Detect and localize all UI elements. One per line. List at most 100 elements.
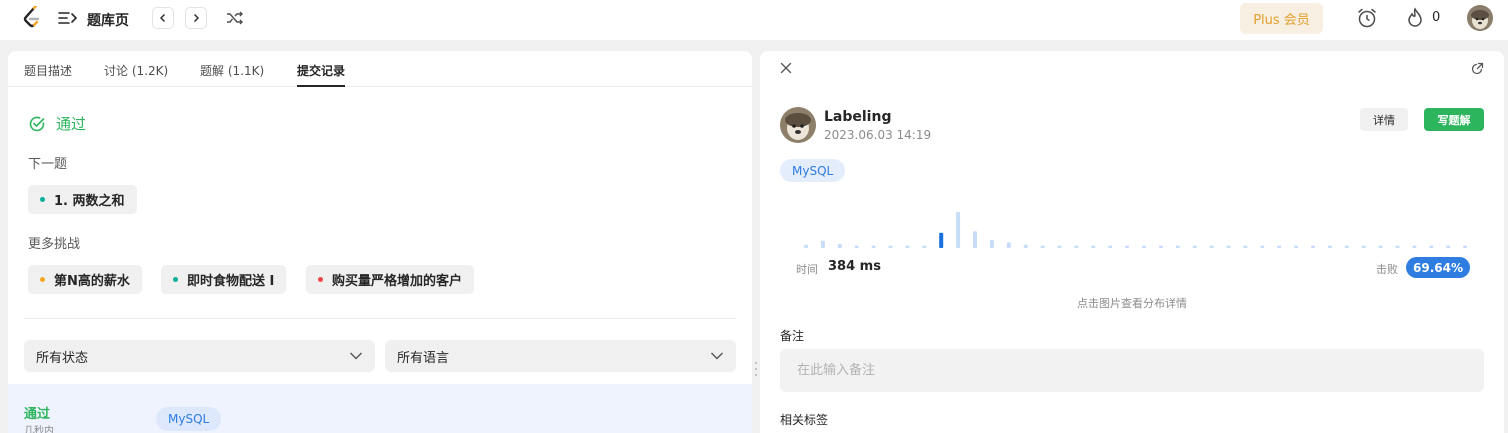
challenge-chip[interactable]: 购买量严格增加的客户 [306, 265, 475, 294]
active-tab-indicator [297, 85, 345, 87]
distribution-bar[interactable] [1158, 245, 1163, 248]
submission-detail-panel: Labeling 2023.06.03 14:19 详情 写题解 MySQL 时… [760, 51, 1504, 433]
chevron-right-icon [194, 14, 199, 22]
status-filter-select[interactable]: 所有状态 [24, 340, 375, 372]
prev-problem-button[interactable] [152, 7, 174, 29]
user-name[interactable]: Labeling [824, 109, 891, 125]
submission-status[interactable]: 通过 [24, 403, 50, 422]
shuffle-icon[interactable] [226, 10, 244, 26]
challenge-title: 即时食物配送 I [187, 274, 275, 289]
distribution-bar[interactable] [1446, 245, 1451, 248]
result-status: 通过 [28, 113, 86, 134]
page-title[interactable]: 题库页 [87, 10, 129, 30]
plus-membership-button[interactable]: Plus 会员 [1240, 3, 1323, 34]
related-tags-label: 相关标签 [780, 413, 829, 427]
tab-bar: 题目描述 讨论 (1.2K) 题解 (1.1K) 提交记录 [8, 51, 752, 87]
table-row[interactable] [8, 384, 752, 433]
distribution-bar[interactable] [1057, 245, 1062, 248]
distribution-bar[interactable] [1209, 245, 1214, 248]
beats-label: 击败 [1376, 263, 1398, 276]
distribution-bar[interactable] [804, 244, 808, 248]
distribution-bar[interactable] [854, 245, 859, 248]
avatar[interactable] [1467, 5, 1493, 31]
beats-percentage-badge: 69.64% [1406, 257, 1470, 278]
close-icon[interactable] [780, 62, 792, 74]
alarm-clock-icon[interactable] [1356, 7, 1378, 29]
distribution-bar[interactable] [1175, 245, 1180, 248]
distribution-bar[interactable] [1412, 245, 1417, 248]
distribution-bar[interactable] [922, 245, 927, 248]
top-nav-bar: 题库页 Plus 会员 0 [0, 0, 1508, 40]
language-filter-select[interactable]: 所有语言 [385, 340, 736, 372]
distribution-bar[interactable] [1395, 245, 1400, 248]
next-problem-button[interactable] [185, 7, 207, 29]
distribution-bar[interactable] [973, 231, 977, 248]
tab-solutions[interactable]: 题解 (1.1K) [200, 62, 264, 79]
status-text: 通过 [56, 115, 87, 133]
runtime-value: 384 ms [828, 259, 881, 274]
open-external-icon[interactable] [1471, 62, 1484, 75]
distribution-bar[interactable] [1294, 245, 1299, 248]
tab-submissions[interactable]: 提交记录 [297, 62, 345, 79]
easy-dot [40, 197, 45, 202]
distribution-bar[interactable] [1344, 245, 1349, 248]
submission-date: 2023.06.03 14:19 [824, 128, 932, 142]
distribution-bar[interactable] [1327, 245, 1332, 248]
streak-count: 0 [1432, 10, 1441, 25]
language-badge: MySQL [780, 159, 846, 182]
distribution-bar[interactable] [837, 244, 842, 248]
medium-dot [40, 277, 45, 282]
distribution-bar[interactable] [956, 212, 961, 248]
panel-resize-handle[interactable] [754, 360, 758, 378]
note-input[interactable] [780, 349, 1484, 392]
chevron-down-icon [710, 352, 724, 360]
distribution-bar-current[interactable] [939, 232, 944, 248]
distribution-bar[interactable] [1023, 244, 1028, 248]
distribution-bar[interactable] [1226, 245, 1231, 248]
leetcode-logo-icon[interactable] [22, 6, 42, 30]
distribution-bar[interactable] [1142, 245, 1146, 248]
next-problem-label: 下一题 [28, 157, 68, 172]
distribution-bar[interactable] [820, 240, 825, 248]
flame-icon[interactable] [1405, 7, 1425, 29]
distribution-bar[interactable] [1463, 245, 1468, 248]
next-problem-chip[interactable]: 1. 两数之和 [28, 185, 137, 214]
chevron-down-icon [349, 352, 363, 360]
distribution-bar[interactable] [1311, 245, 1315, 248]
check-circle-icon [29, 116, 45, 131]
distribution-bar[interactable] [1277, 245, 1282, 248]
problem-panel: 题目描述 讨论 (1.2K) 题解 (1.1K) 提交记录 通过 下一题 1. … [8, 51, 752, 433]
distribution-bar[interactable] [905, 245, 910, 248]
more-challenges-label: 更多挑战 [28, 237, 81, 252]
easy-dot [173, 277, 178, 282]
distribution-hint: 点击图片查看分布详情 [1077, 297, 1187, 310]
tab-discussion[interactable]: 讨论 (1.2K) [104, 62, 168, 79]
distribution-bar[interactable] [1091, 245, 1096, 248]
distribution-bar[interactable] [1006, 242, 1011, 248]
tab-description[interactable]: 题目描述 [24, 62, 72, 79]
distribution-bar[interactable] [1260, 245, 1265, 248]
details-button[interactable]: 详情 [1360, 108, 1408, 131]
distribution-bar[interactable] [1192, 245, 1197, 248]
distribution-bar[interactable] [888, 245, 893, 248]
hard-dot [318, 277, 323, 282]
distribution-bar[interactable] [1243, 245, 1248, 248]
distribution-bar[interactable] [1125, 245, 1130, 248]
distribution-bar[interactable] [871, 245, 876, 248]
challenge-chip[interactable]: 第N高的薪水 [28, 265, 142, 294]
runtime-distribution-chart[interactable] [780, 191, 1470, 251]
distribution-bar[interactable] [1074, 245, 1079, 248]
distribution-bar[interactable] [989, 240, 994, 248]
distribution-bar[interactable] [1378, 245, 1383, 248]
distribution-bar[interactable] [1108, 245, 1113, 248]
distribution-bar[interactable] [1040, 245, 1045, 248]
note-label: 备注 [780, 329, 805, 343]
write-solution-button[interactable]: 写题解 [1424, 108, 1484, 131]
avatar[interactable] [780, 107, 816, 143]
distribution-bar[interactable] [1429, 245, 1434, 248]
distribution-bar[interactable] [1361, 245, 1366, 248]
language-filter-value: 所有语言 [397, 350, 450, 366]
next-problem-title: 1. 两数之和 [54, 194, 125, 209]
challenge-chip[interactable]: 即时食物配送 I [161, 265, 287, 294]
list-menu-icon[interactable] [58, 10, 78, 26]
